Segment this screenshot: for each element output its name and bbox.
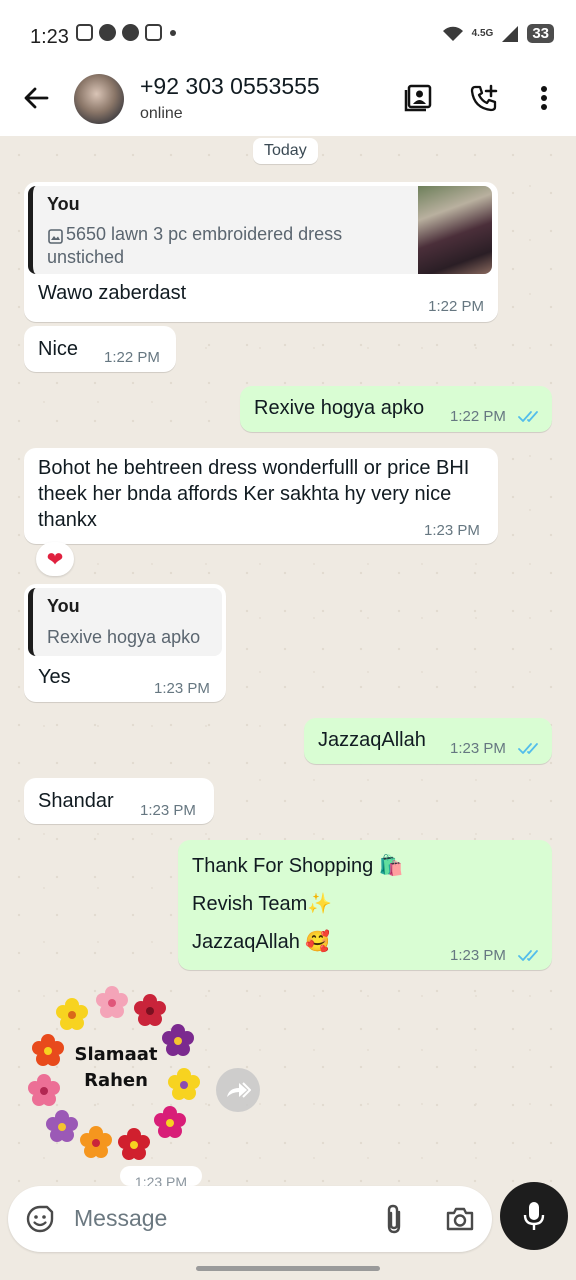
message-bubble[interactable]: Thank For Shopping 🛍️ Revish Team✨ Jazza…: [178, 840, 552, 970]
more-vertical-icon: [541, 86, 547, 110]
signal-icon: [502, 25, 519, 42]
contact-name[interactable]: +92 303 0553555: [140, 73, 320, 100]
message-text: Shandar: [38, 790, 114, 812]
instagram-icon: [76, 24, 93, 41]
flower-magenta-icon: [154, 1106, 186, 1138]
message-bubble[interactable]: You Rexive hogya apko Yes 1:23 PM: [24, 584, 226, 702]
contact-card-icon: [404, 84, 432, 112]
paperclip-icon: [387, 1204, 401, 1234]
phone-add-icon: [470, 84, 498, 112]
flower-orange-icon: [80, 1126, 112, 1158]
message-time: 1:23 PM: [424, 522, 480, 539]
facebook-icon: [99, 24, 116, 41]
message-time: 1:22 PM: [450, 408, 506, 425]
quote-text: Rexive hogya apko: [47, 627, 201, 647]
message-time: 1:22 PM: [104, 349, 160, 366]
message-text: Wawo zaberdast: [38, 282, 187, 304]
sticker-time: 1:23 PM: [120, 1166, 202, 1186]
message-text: Bohot he behtreen dress wonderfulll or p…: [38, 457, 470, 531]
flower-pink-icon: [96, 986, 128, 1018]
flower-purple-icon: [46, 1110, 78, 1142]
message-bubble[interactable]: JazzaqAllah 1:23 PM: [304, 718, 552, 764]
emoji-button[interactable]: [22, 1201, 58, 1237]
sticker-text-line2: Rahen: [84, 1070, 148, 1091]
message-time: 1:23 PM: [450, 947, 506, 964]
message-line: JazzaqAllah 🥰: [192, 931, 331, 953]
forward-button[interactable]: [216, 1068, 260, 1112]
back-button[interactable]: [18, 80, 54, 116]
message-bubble[interactable]: Bohot he behtreen dress wonderfulll or p…: [24, 448, 498, 544]
wifi-icon: [442, 26, 463, 41]
forward-icon: [227, 1082, 251, 1098]
chat-header: +92 303 0553555 online: [0, 66, 576, 136]
microphone-icon: [523, 1202, 545, 1230]
add-call-button[interactable]: [466, 80, 502, 116]
more-notifications-dot: [170, 29, 176, 36]
contact-card-button[interactable]: [400, 80, 436, 116]
contact-status: online: [140, 105, 183, 122]
messenger-icon: [122, 24, 139, 41]
sticker-icon: [26, 1205, 54, 1233]
flower-yellow-icon: [56, 998, 88, 1030]
read-ticks-icon: [518, 950, 538, 961]
quote-author: You: [47, 194, 80, 214]
product-thumbnail[interactable]: [418, 186, 492, 274]
message-text: JazzaqAllah: [318, 729, 426, 751]
flower-red-icon: [134, 994, 166, 1026]
attach-button[interactable]: [376, 1201, 412, 1237]
heart-icon: ❤: [46, 548, 64, 571]
message-bubble[interactable]: Rexive hogya apko 1:22 PM: [240, 386, 552, 432]
date-separator: Today: [253, 138, 318, 164]
heart-reaction[interactable]: ❤: [36, 542, 74, 576]
status-time: 1:23: [30, 26, 69, 48]
network-type: 4.5G: [471, 28, 494, 39]
quote-author: You: [47, 596, 80, 616]
message-line: Revish Team✨: [192, 893, 333, 915]
message-time: 1:23 PM: [140, 802, 196, 819]
message-bubble[interactable]: Shandar 1:23 PM: [24, 778, 214, 824]
status-bar: 1:23 4.5G 33: [0, 0, 576, 66]
arrow-left-icon: [24, 87, 49, 109]
message-time: 1:22 PM: [428, 298, 484, 315]
message-time: 1:23 PM: [154, 680, 210, 697]
quoted-message[interactable]: You 5650 lawn 3 pc embroidered dress uns…: [28, 186, 492, 274]
message-line: Thank For Shopping 🛍️: [192, 855, 404, 877]
system-icons: 4.5G 33: [442, 24, 554, 43]
quote-text: 5650 lawn 3 pc embroidered dress unstich…: [47, 224, 343, 267]
more-options-button[interactable]: [526, 80, 562, 116]
battery-level: 33: [527, 24, 554, 43]
read-ticks-icon: [518, 743, 538, 754]
gesture-navigation-bar[interactable]: [196, 1266, 380, 1271]
message-bubble[interactable]: You 5650 lawn 3 pc embroidered dress uns…: [24, 182, 498, 322]
message-bubble[interactable]: Nice 1:22 PM: [24, 326, 176, 372]
message-time: 1:23 PM: [450, 740, 506, 757]
notification-icons: [76, 24, 176, 41]
message-input[interactable]: Message: [74, 1205, 167, 1232]
message-text: Yes: [38, 666, 71, 688]
camera-icon: [446, 1207, 474, 1231]
quoted-message[interactable]: You Rexive hogya apko: [28, 588, 222, 656]
message-text: Nice: [38, 338, 79, 360]
flower-red-icon: [118, 1128, 150, 1160]
message-text: Rexive hogya apko: [254, 397, 425, 419]
voice-message-button[interactable]: [500, 1182, 568, 1250]
read-ticks-icon: [518, 411, 538, 422]
sticker-message[interactable]: Slamaat Rahen: [26, 986, 206, 1166]
chat-area[interactable]: Today You 5650 lawn 3 pc embroidered dre…: [0, 136, 576, 1186]
whatsapp-icon: [145, 24, 162, 41]
camera-button[interactable]: [442, 1201, 478, 1237]
message-composer: Message: [8, 1186, 492, 1252]
contact-avatar[interactable]: [74, 74, 124, 124]
sticker-text-line1: Slamaat: [74, 1044, 158, 1065]
